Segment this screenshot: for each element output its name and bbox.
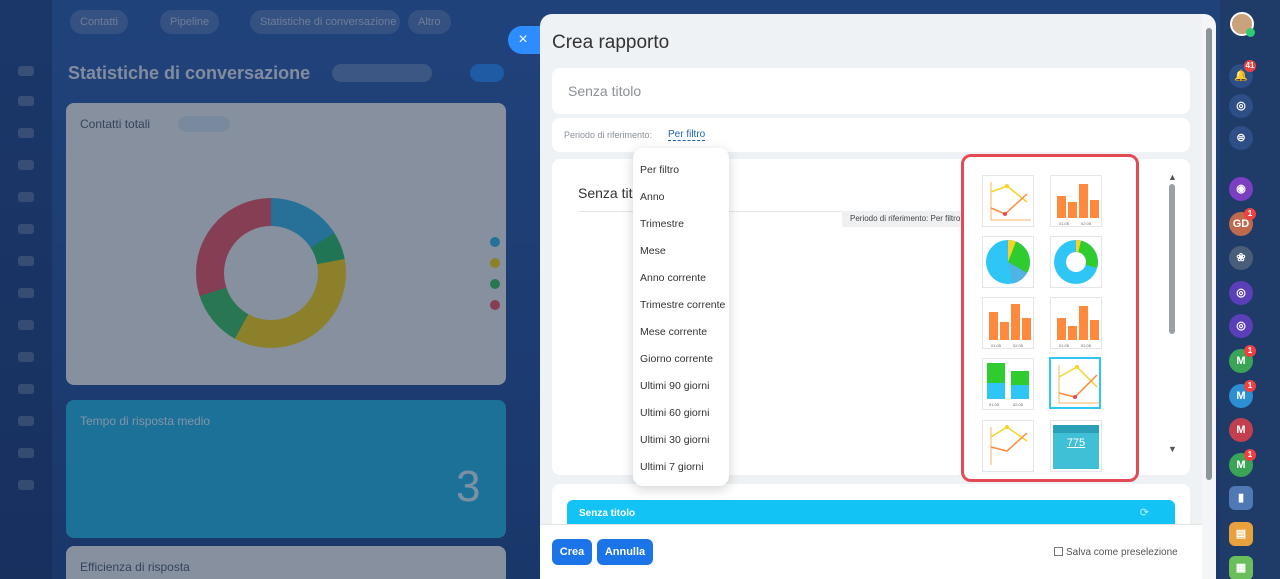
- tick-label: 01.05: [1059, 221, 1070, 226]
- secondary-widget-title: Senza titolo: [579, 508, 636, 519]
- scroll-up-icon[interactable]: ▲: [1168, 172, 1177, 182]
- tick-label: 02.05: [1013, 402, 1024, 407]
- notification-badge: 41: [1244, 60, 1256, 72]
- donut-chart-icon[interactable]: [1050, 236, 1102, 288]
- tick-label: 01.05: [989, 402, 1000, 407]
- refresh-icon[interactable]: ⟳: [1140, 506, 1149, 519]
- dropdown-option[interactable]: Giorno corrente: [640, 353, 713, 365]
- stacked-bar-chart-icon[interactable]: 01.05 02.05: [982, 358, 1034, 410]
- create-button[interactable]: Crea: [552, 539, 592, 565]
- chart-type-list: 01.05 02.05 01.05 02.05 01.05 02.05 01.0…: [961, 154, 1139, 482]
- dropdown-option[interactable]: Ultimi 30 giorni: [640, 434, 709, 446]
- line-chart-icon[interactable]: [982, 420, 1034, 472]
- report-name-input[interactable]: Senza titolo: [568, 83, 641, 99]
- period-selector[interactable]: Per filtro: [668, 129, 706, 141]
- tick-label: 02.05: [1013, 343, 1024, 348]
- save-preset-option[interactable]: Salva come preselezione: [1054, 547, 1178, 558]
- tick-label: 02.05: [1081, 343, 1092, 348]
- period-label: Periodo di riferimento:: [564, 130, 653, 140]
- bar-chart-icon[interactable]: 01.05 02.05: [1050, 175, 1102, 227]
- note-icon[interactable]: ▤: [1229, 522, 1253, 546]
- chat-icon[interactable]: ⊜: [1229, 126, 1253, 150]
- pie-chart-icon[interactable]: [982, 236, 1034, 288]
- panel-scrollbar[interactable]: [1206, 28, 1212, 480]
- spiral-icon[interactable]: ◎: [1229, 314, 1253, 338]
- save-preset-checkbox[interactable]: [1054, 547, 1063, 556]
- period-card: Periodo di riferimento: Per filtro: [552, 118, 1190, 152]
- scroll-down-icon[interactable]: ▼: [1168, 444, 1177, 454]
- tick-label: 01.05: [991, 343, 1002, 348]
- cancel-button[interactable]: Annulla: [597, 539, 653, 565]
- number-widget-header: [1053, 425, 1099, 433]
- spiral-icon[interactable]: ◎: [1229, 281, 1253, 305]
- chat-badge: 1: [1244, 208, 1256, 220]
- dropdown-option[interactable]: Mese: [640, 245, 666, 257]
- app-icon[interactable]: ▦: [1229, 556, 1253, 579]
- panel-title: Crea rapporto: [552, 32, 670, 53]
- dropdown-option[interactable]: Anno corrente: [640, 272, 706, 284]
- number-widget-value: 775: [1066, 437, 1086, 449]
- number-widget-icon[interactable]: 775: [1050, 420, 1102, 472]
- chart-list-scrollbar[interactable]: [1169, 184, 1175, 334]
- chat-badge: 1: [1244, 380, 1256, 392]
- dropdown-option[interactable]: Ultimi 90 giorni: [640, 380, 709, 392]
- line-chart-icon[interactable]: [982, 175, 1034, 227]
- line-chart-icon-selected[interactable]: [1049, 357, 1101, 409]
- group-icon[interactable]: ❀: [1229, 246, 1253, 270]
- report-name-card: Senza titolo: [552, 68, 1190, 114]
- bar-chart-icon[interactable]: 01.05 02.05: [982, 297, 1034, 349]
- bookmark-icon[interactable]: ▮: [1229, 486, 1253, 510]
- panel-footer: Crea Annulla Salva come preselezione: [540, 524, 1202, 579]
- dropdown-option[interactable]: Mese corrente: [640, 326, 707, 338]
- dropdown-option[interactable]: Per filtro: [640, 164, 679, 176]
- dropdown-option[interactable]: Ultimi 7 giorni: [640, 461, 704, 473]
- close-button[interactable]: ×: [508, 26, 544, 54]
- dropdown-option[interactable]: Anno: [640, 191, 665, 203]
- chat-badge: 1: [1244, 449, 1256, 461]
- chat-avatar[interactable]: M: [1229, 418, 1253, 442]
- dropdown-option[interactable]: Trimestre: [640, 218, 684, 230]
- dropdown-option[interactable]: Trimestre corrente: [640, 299, 725, 311]
- chat-badge: 1: [1244, 345, 1256, 357]
- play-icon: [1246, 28, 1255, 37]
- bar-chart-icon[interactable]: 01.05 02.05: [1050, 297, 1102, 349]
- secondary-widget-header: Senza titolo ⟳: [567, 500, 1175, 526]
- save-preset-label: Salva come preselezione: [1066, 547, 1178, 558]
- tick-label: 02.05: [1081, 221, 1092, 226]
- dropdown-option[interactable]: Ultimi 60 giorni: [640, 407, 709, 419]
- period-tooltip: Periodo di riferimento: Per filtro: [842, 211, 969, 227]
- tick-label: 01.05: [1059, 343, 1070, 348]
- preview-title: Senza tito: [578, 185, 641, 201]
- copilot-icon[interactable]: ◉: [1229, 177, 1253, 201]
- period-dropdown: Per filtro Anno Trimestre Mese Anno corr…: [633, 148, 729, 486]
- spiral-icon[interactable]: ◎: [1229, 94, 1253, 118]
